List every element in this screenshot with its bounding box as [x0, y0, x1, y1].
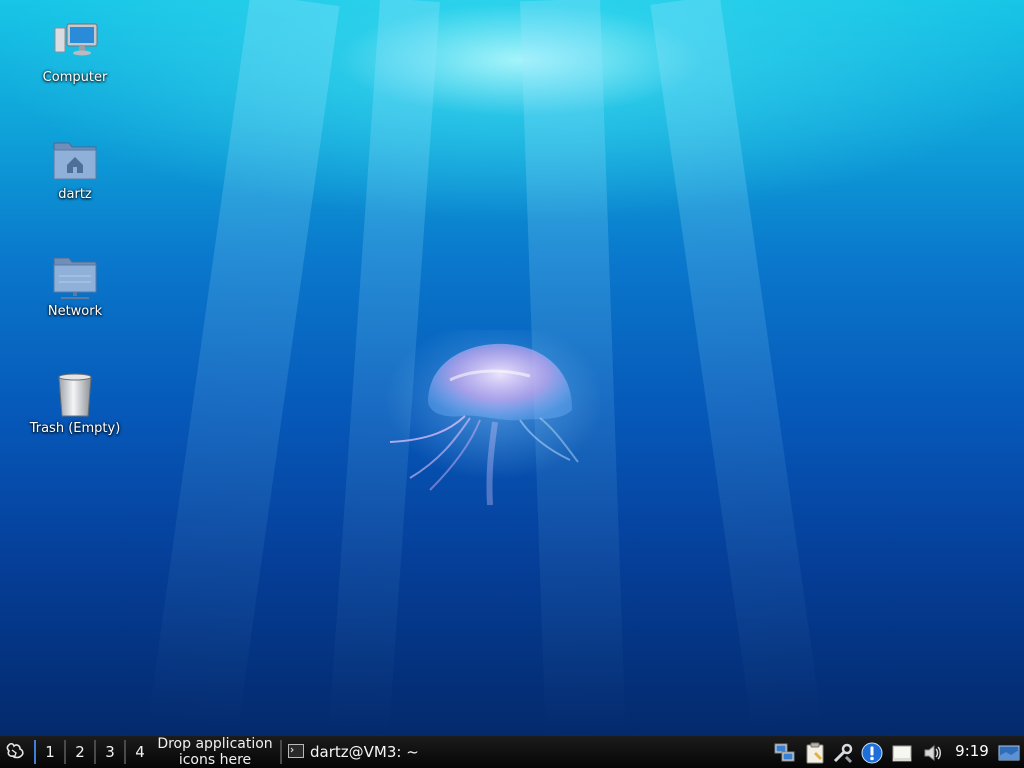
desktop-icon-trash[interactable]: Trash (Empty)	[20, 371, 130, 437]
desktop-background[interactable]: Computer dartz Network Trash (Empty)	[0, 0, 1024, 736]
clipboard-icon[interactable]	[804, 742, 826, 764]
light-ray	[148, 0, 340, 736]
taskbar-separator	[280, 740, 282, 764]
taskbar: 1 2 3 4 Drop application icons here dart…	[0, 736, 1024, 768]
notes-icon[interactable]	[891, 742, 913, 764]
volume-icon[interactable]	[922, 742, 944, 764]
desktop-icon-network[interactable]: Network	[20, 254, 130, 320]
light-ray	[650, 0, 823, 734]
computer-icon	[51, 20, 99, 68]
desktop-icon-label: Trash (Empty)	[29, 421, 121, 436]
desktop-icon-label: dartz	[58, 187, 92, 202]
workspace-1-button[interactable]: 1	[36, 738, 64, 766]
desktop-icon-home[interactable]: dartz	[20, 137, 130, 203]
desktop-icon-computer[interactable]: Computer	[20, 20, 130, 86]
home-folder-icon	[51, 137, 99, 185]
terminal-icon	[288, 744, 304, 758]
applications-menu-button[interactable]	[0, 736, 32, 768]
clock[interactable]: 9:19	[950, 736, 994, 768]
desktop-icon-label: Computer	[42, 70, 108, 85]
xfce-mouse-icon	[6, 742, 24, 759]
launcher-placeholder-line2: icons here	[178, 752, 252, 768]
trash-icon	[51, 371, 99, 419]
desktop-icon-label: Network	[47, 304, 103, 319]
tools-icon[interactable]	[832, 742, 854, 764]
task-button-terminal[interactable]: dartz@VM3: ~	[284, 739, 434, 765]
launcher-placeholder-line1: Drop application	[157, 736, 273, 752]
launcher-dropzone[interactable]: Drop application icons here	[150, 736, 280, 768]
network-manager-icon[interactable]	[774, 742, 796, 764]
task-label: dartz@VM3: ~	[310, 743, 419, 761]
show-desktop-icon[interactable]	[998, 742, 1020, 764]
update-notifier-icon[interactable]	[861, 742, 883, 764]
workspace-2-button[interactable]: 2	[66, 738, 94, 766]
jellyfish-image	[385, 330, 600, 506]
network-folder-icon	[51, 254, 99, 302]
workspace-3-button[interactable]: 3	[96, 738, 124, 766]
